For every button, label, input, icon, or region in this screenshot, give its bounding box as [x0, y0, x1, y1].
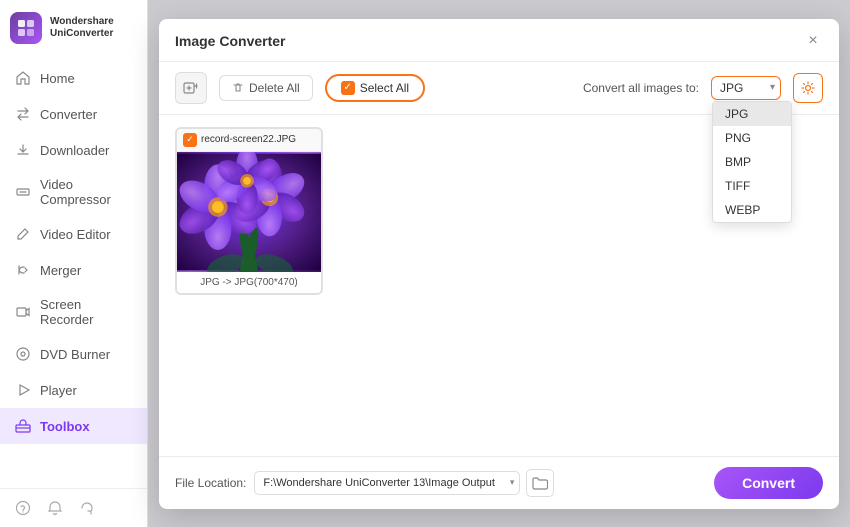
sidebar-item-downloader-label: Downloader — [40, 143, 109, 158]
sidebar-bottom — [0, 488, 147, 527]
close-button[interactable]: × — [803, 31, 823, 51]
compress-icon — [14, 183, 32, 201]
card-checkbox[interactable]: ✓ — [183, 133, 197, 147]
dropdown-item-jpg[interactable]: JPG — [713, 102, 791, 126]
select-all-label: Select All — [360, 81, 409, 95]
refresh-icon[interactable] — [78, 499, 96, 517]
help-icon[interactable] — [14, 499, 32, 517]
nav-menu: Home Converter Downloader — [0, 56, 147, 488]
sidebar-item-merger-label: Merger — [40, 263, 81, 278]
image-card[interactable]: ✓ record-screen22.JPG — [175, 127, 323, 295]
downloader-icon — [14, 141, 32, 159]
dvd-icon — [14, 345, 32, 363]
image-converter-modal: Image Converter × Delete All — [159, 19, 839, 509]
main-area: Image Converter × Delete All — [148, 0, 850, 527]
sidebar-item-screen-recorder-label: Screen Recorder — [40, 297, 133, 327]
edit-icon — [14, 225, 32, 243]
sidebar-item-screen-recorder[interactable]: Screen Recorder — [0, 288, 147, 336]
add-files-button[interactable] — [175, 72, 207, 104]
select-all-checkbox: ✓ — [341, 81, 355, 95]
modal-title: Image Converter — [175, 33, 285, 49]
sidebar-item-toolbox[interactable]: Toolbox — [0, 408, 147, 444]
path-selector[interactable]: F:\Wondershare UniConverter 13\Image Out… — [254, 471, 520, 495]
format-selector[interactable]: JPG PNG BMP TIFF WEBP ▾ JPG PNG BMP TIFF… — [711, 76, 781, 100]
sidebar-item-converter-label: Converter — [40, 107, 97, 122]
sidebar-item-converter[interactable]: Converter — [0, 96, 147, 132]
image-card-header: ✓ record-screen22.JPG — [177, 129, 321, 152]
modal-overlay: Image Converter × Delete All — [148, 0, 850, 527]
sidebar-item-player-label: Player — [40, 383, 77, 398]
format-select-input[interactable]: JPG PNG BMP TIFF WEBP — [712, 77, 780, 99]
modal-footer: File Location: F:\Wondershare UniConvert… — [159, 456, 839, 509]
converter-icon — [14, 105, 32, 123]
file-location-label: File Location: — [175, 476, 246, 490]
play-icon — [14, 381, 32, 399]
dropdown-item-webp[interactable]: WEBP — [713, 198, 791, 222]
sidebar-item-home-label: Home — [40, 71, 75, 86]
card-label: JPG -> JPG(700*470) — [177, 272, 321, 293]
home-icon — [14, 69, 32, 87]
sidebar-item-dvd-burner-label: DVD Burner — [40, 347, 110, 362]
sidebar: WondershareUniConverter Home Converter — [0, 0, 148, 527]
convert-label: Convert — [742, 475, 795, 491]
card-filename: record-screen22.JPG — [201, 134, 296, 145]
merge-icon — [14, 261, 32, 279]
settings-button[interactable] — [793, 73, 823, 103]
modal-header: Image Converter × — [159, 19, 839, 62]
dropdown-item-tiff[interactable]: TIFF — [713, 174, 791, 198]
sidebar-item-video-compressor-label: Video Compressor — [40, 177, 133, 207]
record-icon — [14, 303, 32, 321]
delete-all-label: Delete All — [249, 81, 300, 95]
toolbox-icon — [14, 417, 32, 435]
card-image — [177, 152, 321, 272]
file-path-area: F:\Wondershare UniConverter 13\Image Out… — [254, 469, 706, 497]
sidebar-item-toolbox-label: Toolbox — [40, 419, 90, 434]
convert-button[interactable]: Convert — [714, 467, 823, 499]
modal-toolbar: Delete All ✓ Select All Convert all imag… — [159, 62, 839, 115]
dropdown-item-bmp[interactable]: BMP — [713, 150, 791, 174]
format-dropdown: JPG PNG BMP TIFF WEBP — [712, 101, 792, 223]
app-name: WondershareUniConverter — [50, 16, 114, 40]
sidebar-item-player[interactable]: Player — [0, 372, 147, 408]
app-logo: WondershareUniConverter — [0, 0, 147, 56]
sidebar-item-downloader[interactable]: Downloader — [0, 132, 147, 168]
convert-all-label: Convert all images to: — [583, 81, 699, 95]
sidebar-item-home[interactable]: Home — [0, 60, 147, 96]
delete-all-button[interactable]: Delete All — [219, 75, 313, 101]
sidebar-item-video-editor[interactable]: Video Editor — [0, 216, 147, 252]
logo-icon — [10, 12, 42, 44]
sidebar-item-video-compressor[interactable]: Video Compressor — [0, 168, 147, 216]
select-all-button[interactable]: ✓ Select All — [325, 74, 425, 102]
sidebar-item-dvd-burner[interactable]: DVD Burner — [0, 336, 147, 372]
dropdown-item-png[interactable]: PNG — [713, 126, 791, 150]
sidebar-item-merger[interactable]: Merger — [0, 252, 147, 288]
bell-icon[interactable] — [46, 499, 64, 517]
sidebar-item-video-editor-label: Video Editor — [40, 227, 111, 242]
browse-folder-button[interactable] — [526, 469, 554, 497]
path-select-input[interactable]: F:\Wondershare UniConverter 13\Image Out… — [254, 471, 520, 495]
